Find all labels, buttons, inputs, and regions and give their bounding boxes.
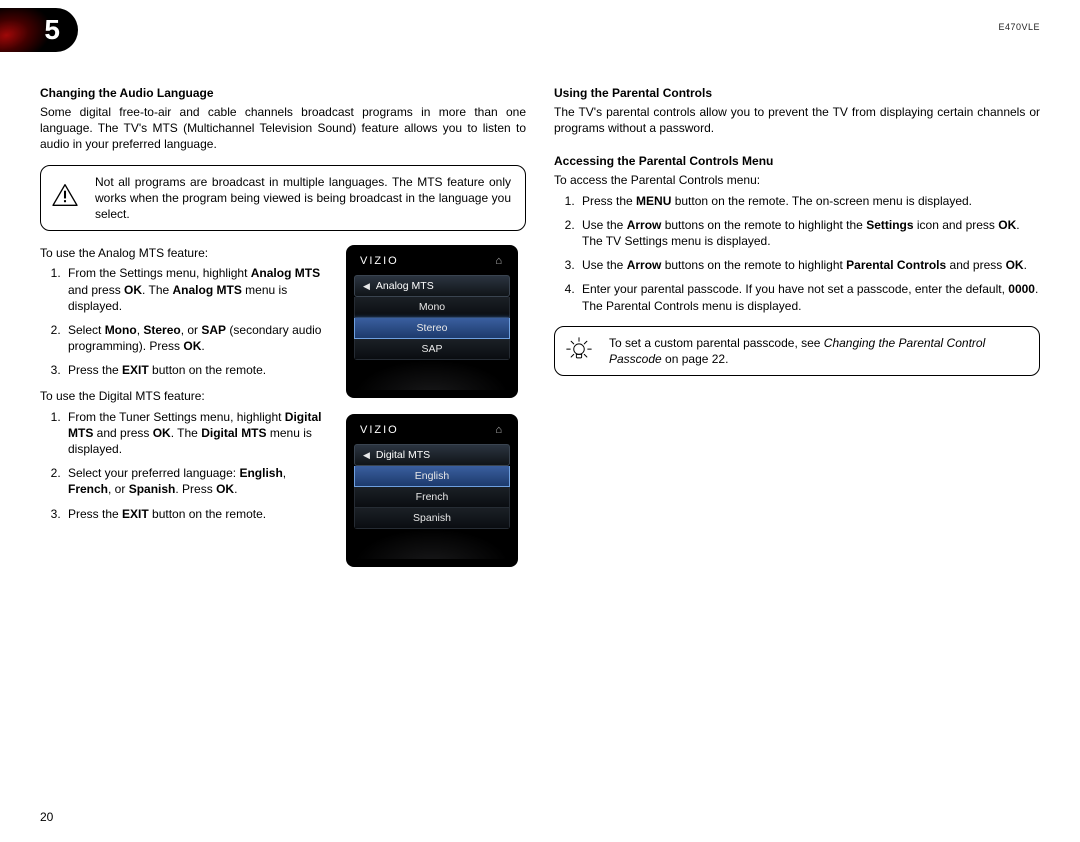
lightbulb-icon bbox=[565, 336, 595, 366]
digital-step-2: Select your preferred language: English,… bbox=[64, 465, 330, 497]
digital-steps: From the Tuner Settings menu, highlight … bbox=[40, 409, 330, 522]
digital-step-1: From the Tuner Settings menu, highlight … bbox=[64, 409, 330, 458]
home-icon: ⌂ bbox=[495, 255, 504, 267]
tip-callout: To set a custom parental passcode, see C… bbox=[554, 326, 1040, 376]
heading-audio-language: Changing the Audio Language bbox=[40, 86, 526, 100]
menu-title: Digital MTS bbox=[376, 449, 430, 461]
heading-parental-controls: Using the Parental Controls bbox=[554, 86, 1040, 100]
page-header: 5 E470VLE bbox=[0, 8, 1040, 64]
warning-callout: Not all programs are broadcast in multip… bbox=[40, 165, 526, 232]
digital-intro: To use the Digital MTS feature: bbox=[40, 388, 330, 404]
brand-label: VIZIO bbox=[360, 255, 399, 267]
back-arrow-icon: ◀ bbox=[363, 450, 370, 461]
parental-step-2: Use the Arrow buttons on the remote to h… bbox=[578, 217, 1040, 249]
menu-title-row: ◀ Analog MTS bbox=[354, 275, 510, 297]
analog-mts-menu-screenshot: VIZIO ⌂ ◀ Analog MTS Mono Stereo SAP bbox=[346, 245, 518, 398]
menu-item-sap: SAP bbox=[354, 339, 510, 360]
menu-title-row: ◀ Digital MTS bbox=[354, 444, 510, 466]
tip-text: To set a custom parental passcode, see C… bbox=[609, 335, 1025, 367]
intro-access-parental-menu: To access the Parental Controls menu: bbox=[554, 172, 1040, 188]
analog-step-3: Press the EXIT button on the remote. bbox=[64, 362, 330, 378]
heading-access-parental-menu: Accessing the Parental Controls Menu bbox=[554, 154, 1040, 168]
menu-item-english: English bbox=[354, 466, 510, 487]
menu-item-stereo: Stereo bbox=[354, 318, 510, 339]
analog-intro: To use the Analog MTS feature: bbox=[40, 245, 330, 261]
page-number: 20 bbox=[40, 810, 53, 824]
analog-steps: From the Settings menu, highlight Analog… bbox=[40, 265, 330, 378]
left-column: Changing the Audio Language Some digital… bbox=[40, 80, 526, 567]
intro-parental-controls: The TV's parental controls allow you to … bbox=[554, 104, 1040, 136]
menu-title: Analog MTS bbox=[376, 280, 434, 292]
warning-text: Not all programs are broadcast in multip… bbox=[95, 174, 511, 223]
home-icon: ⌂ bbox=[495, 424, 504, 436]
back-arrow-icon: ◀ bbox=[363, 281, 370, 292]
menu-item-mono: Mono bbox=[354, 297, 510, 318]
analog-step-1: From the Settings menu, highlight Analog… bbox=[64, 265, 330, 314]
menu-item-french: French bbox=[354, 487, 510, 508]
parental-step-4: Enter your parental passcode. If you hav… bbox=[578, 281, 1040, 313]
chapter-number: 5 bbox=[44, 14, 60, 46]
parental-step-3: Use the Arrow buttons on the remote to h… bbox=[578, 257, 1040, 273]
analog-step-2: Select Mono, Stereo, or SAP (secondary a… bbox=[64, 322, 330, 354]
menu-item-spanish: Spanish bbox=[354, 508, 510, 529]
intro-audio-language: Some digital free-to-air and cable chann… bbox=[40, 104, 526, 153]
right-column: Using the Parental Controls The TV's par… bbox=[554, 80, 1040, 567]
digital-step-3: Press the EXIT button on the remote. bbox=[64, 506, 330, 522]
warning-icon bbox=[51, 183, 81, 213]
parental-steps: Press the MENU button on the remote. The… bbox=[554, 193, 1040, 314]
model-id: E470VLE bbox=[998, 22, 1040, 32]
brand-label: VIZIO bbox=[360, 424, 399, 436]
chapter-badge: 5 bbox=[0, 8, 78, 52]
parental-step-1: Press the MENU button on the remote. The… bbox=[578, 193, 1040, 209]
digital-mts-menu-screenshot: VIZIO ⌂ ◀ Digital MTS English French Spa… bbox=[346, 414, 518, 567]
